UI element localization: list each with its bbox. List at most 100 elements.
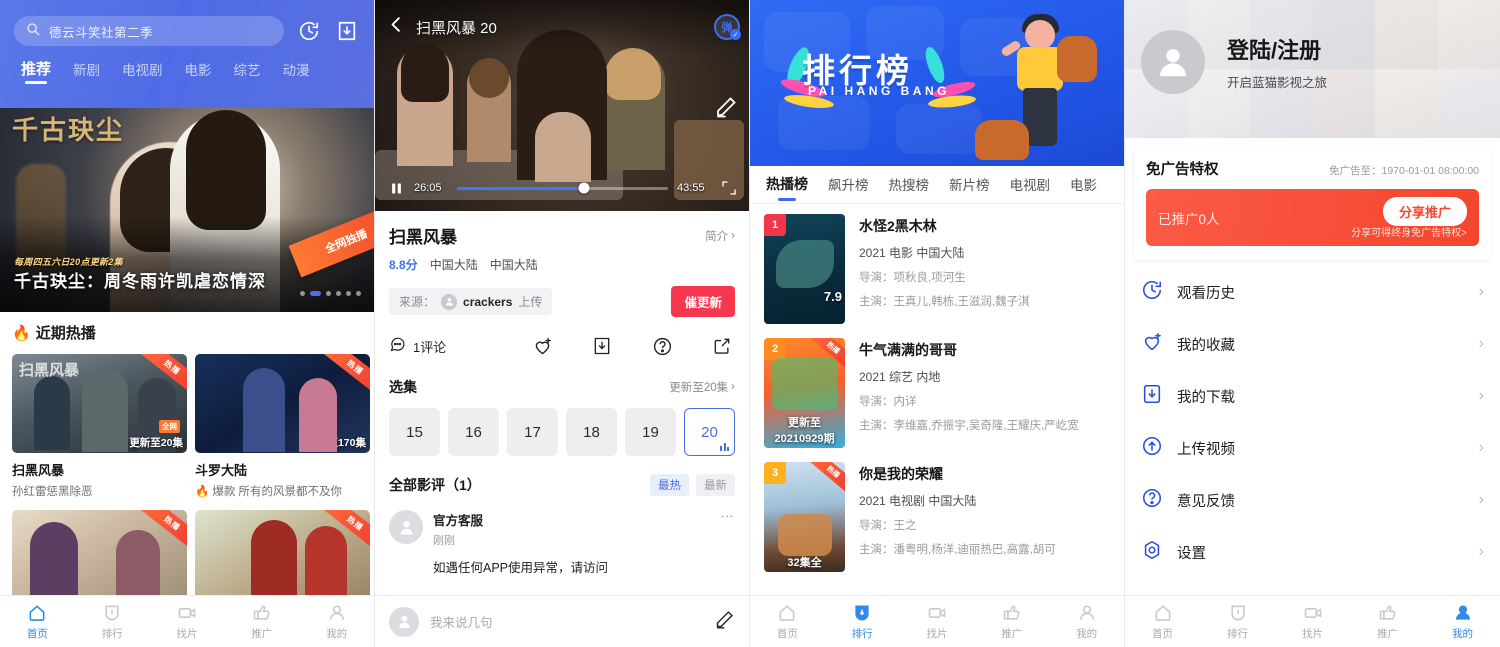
download-icon[interactable] [334,18,360,44]
more-vertical-icon[interactable]: ⋮ [720,510,735,576]
menu-item-favorites[interactable]: 我的收藏 › [1125,318,1500,370]
tab-new-drama[interactable]: 新剧 [62,59,111,85]
card-thumbnail[interactable]: 热播 更新至170集 [195,354,370,453]
nav-item-rank[interactable]: 排行 [825,603,900,641]
episode-button-20[interactable]: 20 [684,408,736,456]
tab-recommend[interactable]: 推荐 [10,58,62,85]
list-item[interactable]: 热播 更新至170集 斗罗大陆 🔥 爆款 所有的风景都不及你 [195,354,370,499]
list-item[interactable]: 扫黑风暴 热播 全网 更新至20集 扫黑风暴 孙红雷惩黑除恶 [12,354,187,499]
poster[interactable]: 3 热播 32集全 [764,462,845,572]
tab-hot-play[interactable]: 热播榜 [756,174,818,203]
video-camera-icon [1303,603,1323,623]
share-hint[interactable]: 分享可得终身免广告特权> [1351,224,1467,239]
item-actors: 主演：潘粤明,杨洋,迪丽热巴,高露,胡可 [859,544,1056,556]
sort-chip-hottest[interactable]: 最热 [650,474,689,496]
nav-item-find[interactable]: 找片 [1275,603,1350,641]
nav-item-find[interactable]: 找片 [150,603,225,641]
avatar[interactable] [1141,30,1205,94]
tab-movie[interactable]: 电影 [174,59,223,85]
poster[interactable]: 1 7.9 [764,214,845,324]
menu-item-downloads[interactable]: 我的下载 › [1125,370,1500,422]
search-input[interactable]: 德云斗笑社第二季 [14,16,284,46]
favorite-add-icon[interactable] [529,333,555,359]
tab-variety[interactable]: 综艺 [223,59,272,85]
profile-user-block[interactable]: 登陆/注册 开启蓝猫影视之旅 [1141,30,1327,94]
carousel-dot[interactable] [336,291,341,296]
card-thumbnail[interactable]: 扫黑风暴 热播 全网 更新至20集 [12,354,187,453]
tab-tv-series[interactable]: 电视剧 [1000,174,1061,203]
poster[interactable]: 2 热播 更新至20210929期 [764,338,845,448]
menu-label: 意见反馈 [1177,493,1235,510]
fullscreen-icon[interactable] [720,179,738,197]
share-external-icon[interactable] [709,333,735,359]
list-item[interactable]: 3 热播 32集全 你是我的荣耀 2021 电视剧 中国大陆 导演：王之 主演：… [764,462,1110,572]
pause-icon[interactable] [387,179,405,197]
video-player[interactable]: 扫黑风暴 20 弹 ✓ 26:05 43:55 [375,0,749,211]
help-icon[interactable] [649,333,675,359]
source-chip[interactable]: 来源： crackers 上传 [389,288,553,315]
pencil-icon[interactable] [714,609,735,635]
episode-button-15[interactable]: 15 [389,408,440,456]
nav-item-promote[interactable]: 推广 [974,603,1049,641]
nav-item-promote[interactable]: 推广 [1350,603,1425,641]
list-item[interactable]: 1 7.9 水怪2黑木林 2021 电影 中国大陆 导演：项秋良,项河生 主演：… [764,214,1110,324]
nav-item-home[interactable]: 首页 [1125,603,1200,641]
menu-item-feedback[interactable]: 意见反馈 › [1125,474,1500,526]
download-icon[interactable] [589,333,615,359]
nav-item-rank[interactable]: 排行 [1200,603,1275,641]
tab-tv-series[interactable]: 电视剧 [111,59,174,85]
rating-score: 8.8分 [389,258,418,272]
episode-button-19[interactable]: 19 [625,408,676,456]
login-register-label[interactable]: 登陆/注册 [1227,33,1327,65]
tab-anime[interactable]: 动漫 [272,59,321,85]
episode-selector: 15 16 17 18 19 20 [389,408,736,456]
nav-item-home[interactable]: 首页 [0,603,75,641]
episode-button-17[interactable]: 17 [507,408,558,456]
fire-icon: 🔥 [195,486,210,498]
urge-update-button[interactable]: 催更新 [671,286,735,317]
tab-movie[interactable]: 电影 [1060,174,1107,203]
danmaku-toggle[interactable]: 弹 ✓ [714,14,741,40]
nav-item-mine[interactable]: 我的 [299,603,374,641]
carousel-dot[interactable] [346,291,351,296]
promo-banner[interactable]: 已推广0人 分享推广 分享可得终身免广告特权> [1146,189,1479,246]
carousel-dot[interactable] [300,291,305,296]
episode-number: 20 [701,423,718,441]
share-promote-button[interactable]: 分享推广 [1382,197,1467,226]
comment-input[interactable]: 我来说几句 [430,612,703,631]
carousel-dot[interactable] [326,291,331,296]
intro-link[interactable]: 简介 › [705,228,735,244]
pencil-icon[interactable] [714,95,738,124]
progress-knob[interactable] [578,182,590,194]
menu-item-settings[interactable]: 设置 › [1125,526,1500,578]
nav-item-home[interactable]: 首页 [750,603,825,641]
carousel-dot-active[interactable] [310,291,321,296]
progress-bar[interactable] [457,182,668,194]
episodes-status[interactable]: 更新至20集 › [669,379,735,395]
person-icon [1453,603,1473,623]
nav-item-rank[interactable]: 排行 [75,603,150,641]
section-title: 近期热播 [35,325,96,342]
episode-button-18[interactable]: 18 [566,408,617,456]
menu-item-upload-video[interactable]: 上传视频 › [1125,422,1500,474]
menu-item-watch-history[interactable]: 观看历史 › [1125,266,1500,318]
comment-count-button[interactable]: 1评论 [389,336,446,356]
back-chevron-icon[interactable] [387,15,406,39]
tab-rising[interactable]: 飙升榜 [818,174,879,203]
list-item[interactable]: 2 热播 更新至20210929期 牛气满满的哥哥 2021 综艺 内地 导演：… [764,338,1110,448]
nav-item-promote[interactable]: 推广 [224,603,299,641]
tab-new-release[interactable]: 新片榜 [939,174,1000,203]
hero-banner[interactable]: 千古玦尘 全网独播 每周四五六日20点更新2集 千古玦尘：周冬雨许凯虐恋情深 [0,104,374,312]
carousel-dot[interactable] [356,291,361,296]
episode-button-16[interactable]: 16 [448,408,499,456]
tab-hot-search[interactable]: 热搜榜 [879,174,940,203]
sort-chip-newest[interactable]: 最新 [696,474,735,496]
nav-item-find[interactable]: 找片 [900,603,975,641]
hot-flag: 热播 [808,462,845,495]
nav-item-mine[interactable]: 我的 [1049,603,1124,641]
item-actors: 主演：李维嘉,乔振宇,吴奇隆,王耀庆,严屹宽 [859,420,1079,432]
history-icon[interactable] [296,18,322,44]
privilege-header: 免广告特权 免广告至：1970-01-01 08:00:00 [1146,158,1479,179]
hero-carousel-dots[interactable] [300,291,361,296]
nav-item-mine[interactable]: 我的 [1425,603,1500,641]
